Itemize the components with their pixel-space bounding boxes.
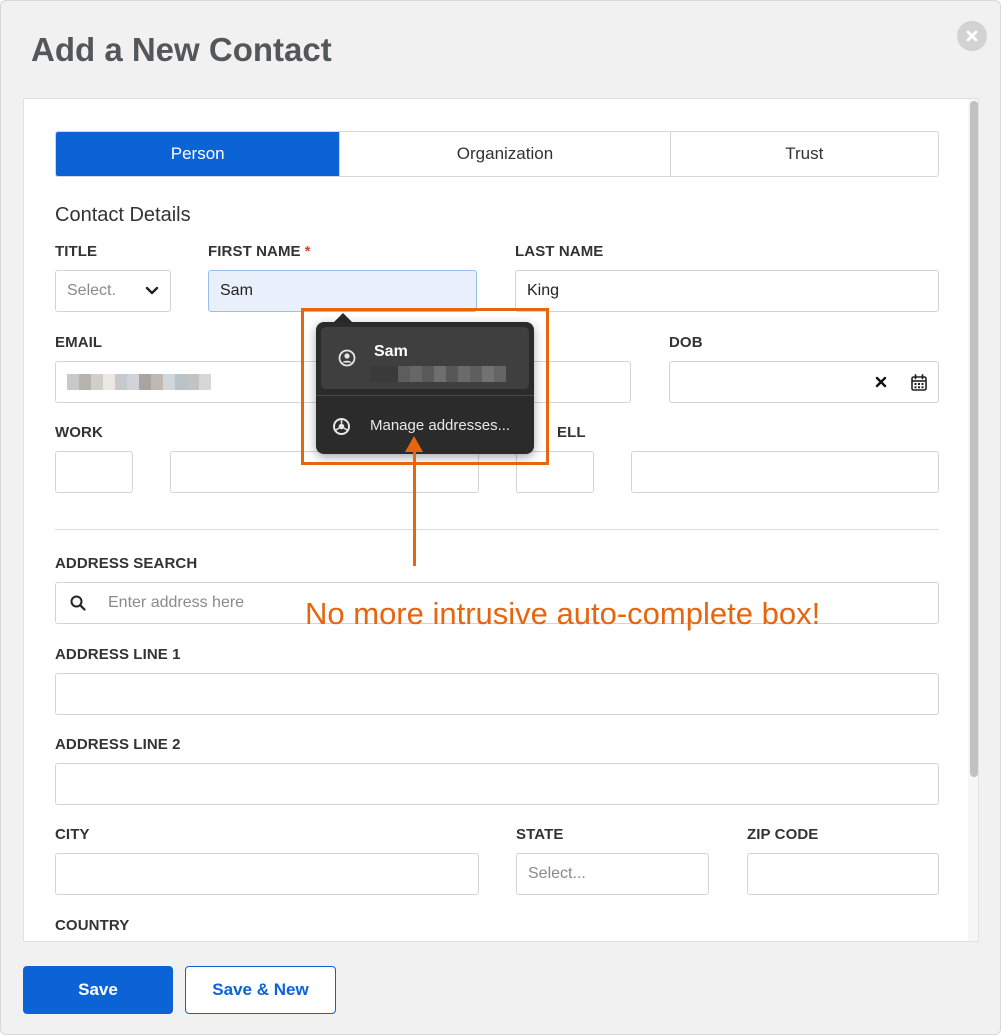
title-select[interactable]: Select.: [55, 270, 171, 312]
tab-person[interactable]: Person: [56, 132, 341, 176]
last-name-input[interactable]: King: [515, 270, 939, 312]
add-contact-dialog: Add a New Contact Person Organization Tr…: [0, 0, 1001, 1035]
clear-icon[interactable]: [875, 376, 887, 388]
required-mark: *: [304, 243, 311, 260]
section-divider: [55, 529, 939, 530]
work-label: WORK: [55, 424, 103, 441]
address-search-label: ADDRESS SEARCH: [55, 555, 198, 572]
annotation-arrow-line: [413, 450, 416, 566]
dialog-body: Person Organization Trust Contact Detail…: [23, 98, 979, 942]
country-label: COUNTRY: [55, 917, 130, 934]
dialog-title: Add a New Contact: [31, 31, 332, 68]
zip-code-label: ZIP CODE: [747, 826, 819, 843]
annotation-highlight-box: [301, 308, 549, 465]
calendar-icon[interactable]: [911, 373, 927, 391]
tab-trust[interactable]: Trust: [671, 132, 938, 176]
state-label: STATE: [516, 826, 564, 843]
last-name-label: LAST NAME: [515, 243, 604, 260]
save-and-new-button[interactable]: Save & New: [185, 966, 336, 1014]
state-select[interactable]: Select...: [516, 853, 709, 895]
email-label: EMAIL: [55, 334, 103, 351]
work-country-code-input[interactable]: [55, 451, 133, 493]
address-line-2-input[interactable]: [55, 763, 939, 805]
first-name-label-text: FIRST NAME: [208, 243, 301, 260]
tab-organization[interactable]: Organization: [340, 132, 671, 176]
chevron-down-icon: [145, 286, 159, 295]
city-label: CITY: [55, 826, 90, 843]
city-input[interactable]: [55, 853, 479, 895]
close-button[interactable]: [957, 21, 987, 51]
save-button[interactable]: Save: [23, 966, 173, 1014]
cell-label: ELL: [557, 424, 586, 441]
search-icon: [70, 595, 86, 611]
dob-label: DOB: [669, 334, 703, 351]
email-redacted-value: [67, 374, 211, 390]
address-line-2-label: ADDRESS LINE 2: [55, 736, 181, 753]
annotation-text: No more intrusive auto-complete box!: [305, 596, 821, 631]
dob-input[interactable]: [669, 361, 939, 403]
first-name-label: FIRST NAME *: [208, 243, 311, 260]
cell-phone-input[interactable]: [631, 451, 939, 493]
contact-type-tabs: Person Organization Trust: [55, 131, 939, 177]
zip-code-input[interactable]: [747, 853, 939, 895]
address-line-1-label: ADDRESS LINE 1: [55, 646, 181, 663]
scrollbar-thumb[interactable]: [970, 101, 978, 777]
close-icon: [966, 30, 978, 42]
section-title: Contact Details: [55, 204, 191, 226]
first-name-input[interactable]: Sam: [208, 270, 477, 312]
title-select-value: Select.: [67, 282, 116, 299]
address-line-1-input[interactable]: [55, 673, 939, 715]
address-search-placeholder: Enter address here: [108, 594, 245, 611]
title-label: TITLE: [55, 243, 98, 260]
